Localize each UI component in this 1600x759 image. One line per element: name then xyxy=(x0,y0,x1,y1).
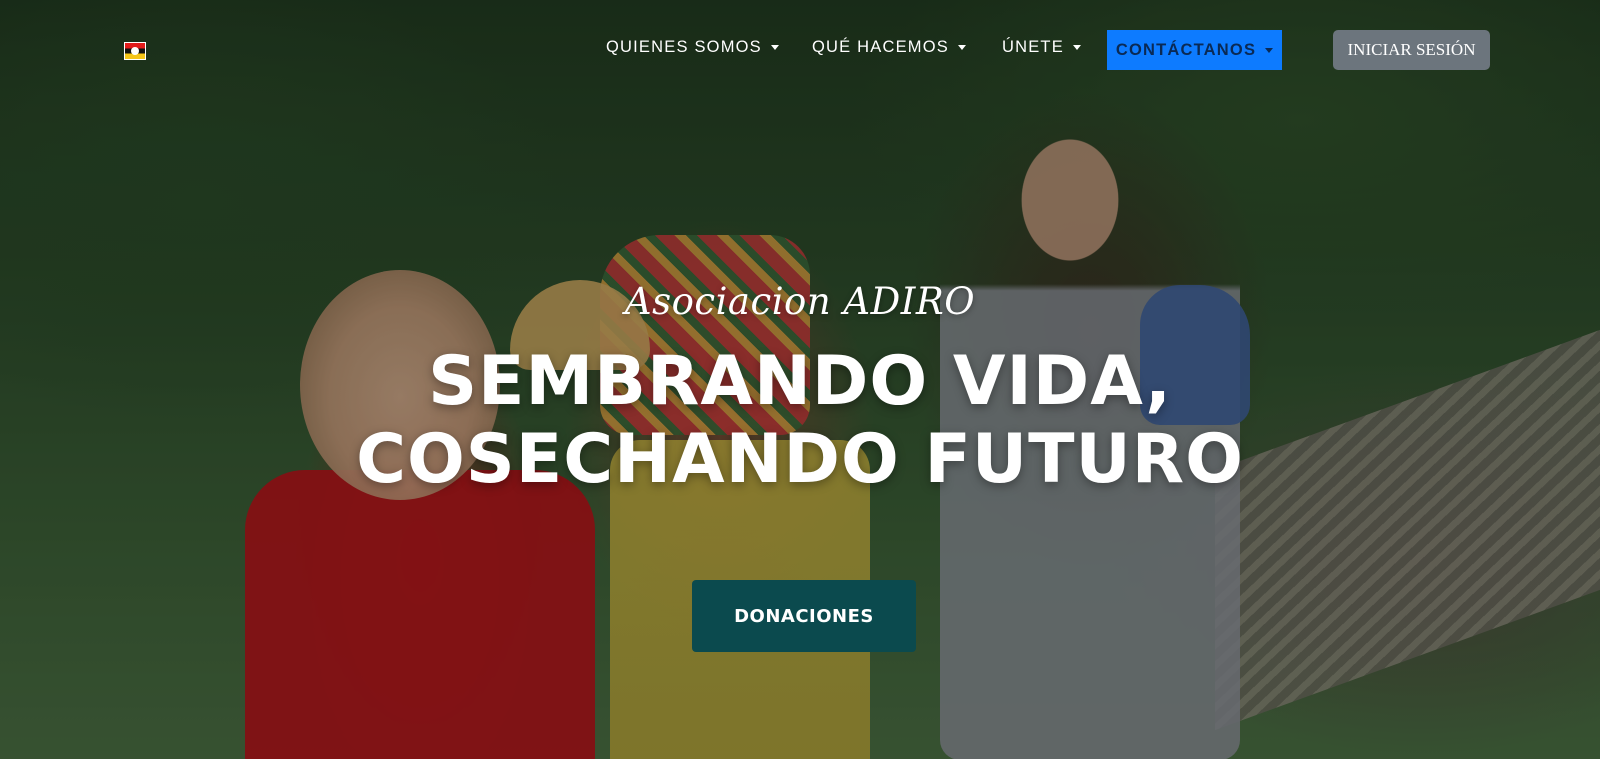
nav-item-label: ÚNETE xyxy=(1002,38,1064,56)
nav-item-label: CONTÁCTANOS xyxy=(1115,40,1257,59)
caret-down-icon xyxy=(1072,45,1081,50)
donate-button[interactable]: DONACIONES xyxy=(692,580,916,652)
brand-logo-icon[interactable] xyxy=(124,42,146,60)
headline-line-1: SEMBRANDO VIDA, xyxy=(428,342,1172,421)
caret-down-icon xyxy=(1265,47,1274,53)
hero-section: Asociacion ADIRO SEMBRANDO VIDA, COSECHA… xyxy=(0,280,1600,499)
login-button[interactable]: INICIAR SESIÓN xyxy=(1333,30,1490,70)
nav-item-contactanos[interactable]: CONTÁCTANOS xyxy=(1107,30,1282,70)
nav-item-unete[interactable]: ÚNETE xyxy=(1002,38,1081,57)
nav-item-label: QUÉ HACEMOS xyxy=(812,38,949,56)
caret-down-icon xyxy=(770,45,779,50)
nav-item-label: QUIENES SOMOS xyxy=(606,38,762,56)
hero-subtitle: Asociacion ADIRO xyxy=(624,280,976,323)
caret-down-icon xyxy=(957,45,966,50)
nav-item-que-hacemos[interactable]: QUÉ HACEMOS xyxy=(812,38,966,57)
navbar: QUIENES SOMOS QUÉ HACEMOS ÚNETE CONTÁCTA… xyxy=(0,0,1600,100)
hero-headline: SEMBRANDO VIDA, COSECHANDO FUTURO xyxy=(0,343,1600,499)
nav-item-quienes-somos[interactable]: QUIENES SOMOS xyxy=(606,38,779,57)
headline-line-2: COSECHANDO FUTURO xyxy=(356,420,1244,499)
